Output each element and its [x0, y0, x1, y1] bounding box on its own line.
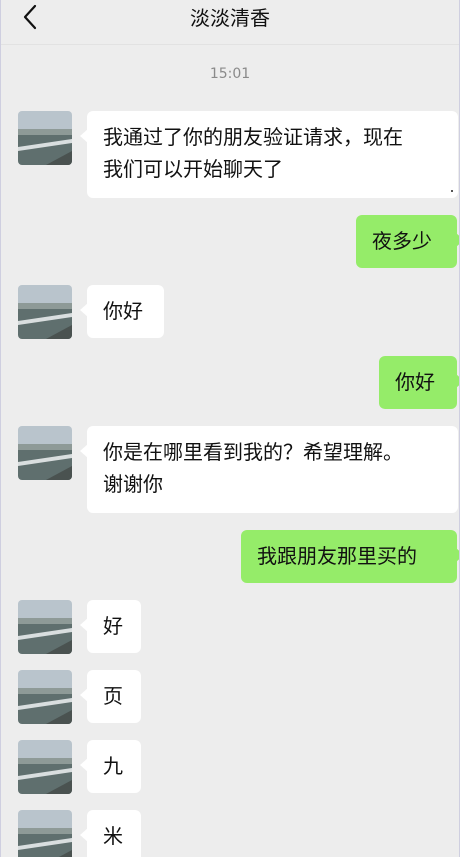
- message-bubble-incoming[interactable]: 好: [80, 600, 141, 653]
- message-text: 九: [103, 754, 123, 778]
- message-bubble-outgoing[interactable]: 我跟朋友那里买的: [241, 530, 459, 583]
- contact-avatar[interactable]: [18, 810, 72, 857]
- message-text: 我跟朋友那里买的: [257, 544, 417, 568]
- message-bubble-incoming[interactable]: 九: [80, 740, 141, 793]
- chat-title: 淡淡清香: [190, 6, 270, 30]
- message-text: 夜多少: [372, 229, 432, 253]
- message-text: 你好: [103, 299, 143, 323]
- contact-avatar[interactable]: [18, 670, 72, 724]
- message-bubble-outgoing[interactable]: 你好: [379, 356, 459, 409]
- message-text: 米: [103, 824, 123, 848]
- message-text: 谢谢你: [103, 472, 163, 496]
- contact-avatar[interactable]: [18, 740, 72, 794]
- message-bubble-incoming[interactable]: 你是在哪里看到我的？希望理解。 谢谢你: [80, 426, 458, 513]
- chat-header: 淡淡清香: [1, 0, 459, 45]
- message-text: 你好: [395, 370, 435, 394]
- message-bubble-incoming[interactable]: 你好: [80, 285, 164, 338]
- message-text: 你是在哪里看到我的？希望理解。: [103, 440, 403, 464]
- chat-window: 淡淡清香 15:01 我通过了你的朋友验证请求，现在 我们可以开始聊天了 夜多少…: [0, 0, 460, 857]
- message-text: 好: [103, 614, 123, 638]
- message-bubble-outgoing[interactable]: 夜多少: [356, 215, 459, 268]
- message-timestamp: 15:01: [209, 66, 251, 82]
- decorative-dot: [451, 190, 453, 192]
- contact-avatar[interactable]: [18, 285, 72, 339]
- message-bubble-incoming[interactable]: 我通过了你的朋友验证请求，现在 我们可以开始聊天了: [80, 111, 458, 198]
- message-bubble-incoming[interactable]: 米: [80, 810, 141, 857]
- contact-avatar[interactable]: [18, 111, 72, 165]
- message-bubble-incoming[interactable]: 页: [80, 670, 141, 723]
- message-text: 页: [103, 684, 123, 708]
- contact-avatar[interactable]: [18, 600, 72, 654]
- message-text: 我们可以开始聊天了: [103, 157, 283, 181]
- message-text: 我通过了你的朋友验证请求，现在: [103, 125, 403, 149]
- contact-avatar[interactable]: [18, 426, 72, 480]
